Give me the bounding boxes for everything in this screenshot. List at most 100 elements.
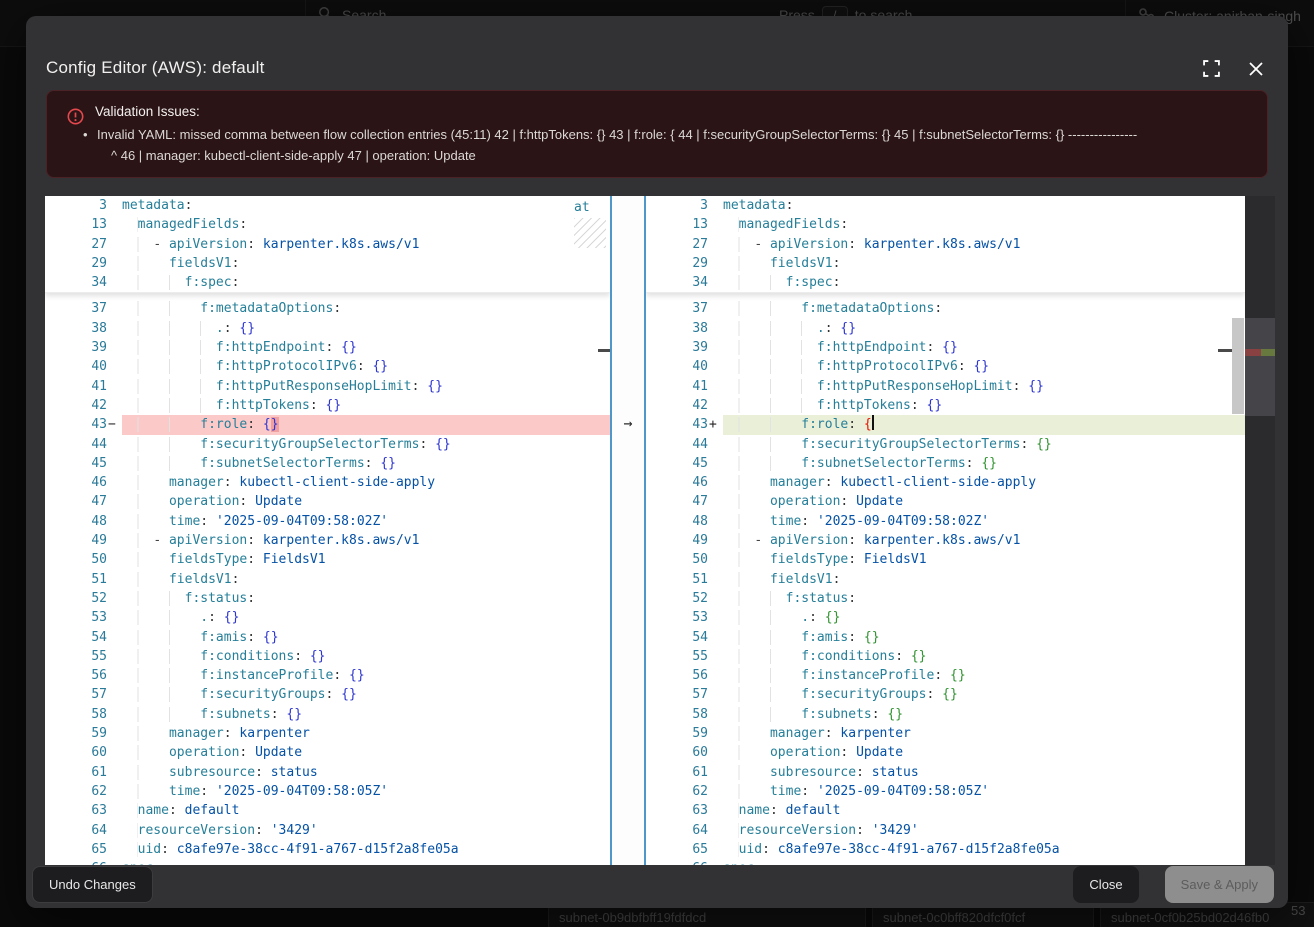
revert-arrow-icon[interactable]: → bbox=[612, 414, 644, 434]
code-line-3[interactable]: 3 metadata: bbox=[646, 196, 1245, 215]
code-line-55[interactable]: 55 f:conditions: {} bbox=[45, 647, 610, 666]
code-text[interactable]: uid: c8afe97e-38cc-4f91-a767-d15f2a8fe05… bbox=[723, 840, 1245, 859]
code-text[interactable]: metadata: bbox=[122, 196, 610, 215]
code-modified[interactable]: 37 f:metadataOptions:38 .: {}39 f:httpEn… bbox=[646, 299, 1245, 865]
line-number[interactable]: 29 bbox=[45, 254, 107, 273]
line-number[interactable]: 3 bbox=[646, 196, 708, 215]
line-number[interactable]: 51 bbox=[45, 570, 107, 589]
code-text[interactable]: f:role: { bbox=[723, 415, 1245, 434]
line-number[interactable]: 34 bbox=[646, 273, 708, 292]
line-number[interactable]: 65 bbox=[646, 840, 708, 859]
code-line-66[interactable]: 66spec: bbox=[45, 859, 610, 865]
close-button[interactable] bbox=[1246, 59, 1266, 79]
line-number[interactable]: 52 bbox=[646, 589, 708, 608]
line-number[interactable]: 62 bbox=[45, 782, 107, 801]
line-number[interactable]: 37 bbox=[45, 299, 107, 318]
code-text[interactable]: f:instanceProfile: {} bbox=[723, 666, 1245, 685]
code-text[interactable]: operation: Update bbox=[723, 492, 1245, 511]
code-text[interactable]: - apiVersion: karpenter.k8s.aws/v1 bbox=[723, 531, 1245, 550]
code-line-60[interactable]: 60 operation: Update bbox=[646, 743, 1245, 762]
line-number[interactable]: 61 bbox=[45, 763, 107, 782]
code-line-38[interactable]: 38 .: {} bbox=[646, 319, 1245, 338]
code-text[interactable]: time: '2025-09-04T09:58:05Z' bbox=[122, 782, 610, 801]
code-line-53[interactable]: 53 .: {} bbox=[45, 608, 610, 627]
line-number[interactable]: 40 bbox=[45, 357, 107, 376]
code-text[interactable]: fieldsV1: bbox=[723, 254, 1245, 273]
code-line-40[interactable]: 40 f:httpProtocolIPv6: {} bbox=[45, 357, 610, 376]
code-line-41[interactable]: 41 f:httpPutResponseHopLimit: {} bbox=[646, 377, 1245, 396]
code-line-50[interactable]: 50 fieldsType: FieldsV1 bbox=[646, 550, 1245, 569]
line-number[interactable]: 46 bbox=[646, 473, 708, 492]
code-text[interactable]: fieldsV1: bbox=[122, 570, 610, 589]
line-number[interactable]: 60 bbox=[646, 743, 708, 762]
code-text[interactable]: metadata: bbox=[723, 196, 1245, 215]
line-number[interactable]: 45 bbox=[646, 454, 708, 473]
code-line-52[interactable]: 52 f:status: bbox=[45, 589, 610, 608]
code-text[interactable]: f:httpPutResponseHopLimit: {} bbox=[122, 377, 610, 396]
line-number[interactable]: 42 bbox=[646, 396, 708, 415]
code-text[interactable]: managedFields: bbox=[723, 215, 1245, 234]
code-line-57[interactable]: 57 f:securityGroups: {} bbox=[646, 685, 1245, 704]
code-text[interactable]: .: {} bbox=[723, 319, 1245, 338]
code-line-43[interactable]: 43+ f:role: { bbox=[646, 415, 1245, 434]
code-text[interactable]: f:securityGroupSelectorTerms: {} bbox=[122, 435, 610, 454]
line-number[interactable]: 47 bbox=[646, 492, 708, 511]
line-number[interactable]: 27 bbox=[646, 235, 708, 254]
code-line-39[interactable]: 39 f:httpEndpoint: {} bbox=[646, 338, 1245, 357]
code-text[interactable]: f:httpEndpoint: {} bbox=[723, 338, 1245, 357]
overview-viewport[interactable] bbox=[1245, 318, 1275, 416]
code-text[interactable]: f:httpEndpoint: {} bbox=[122, 338, 610, 357]
line-number[interactable]: 44 bbox=[646, 435, 708, 454]
code-line-27[interactable]: 27 - apiVersion: karpenter.k8s.aws/v1 bbox=[646, 235, 1245, 254]
line-number[interactable]: 54 bbox=[45, 628, 107, 647]
code-text[interactable]: operation: Update bbox=[122, 743, 610, 762]
code-line-42[interactable]: 42 f:httpTokens: {} bbox=[646, 396, 1245, 415]
code-text[interactable]: f:spec: bbox=[723, 273, 1245, 292]
line-number[interactable]: 54 bbox=[646, 628, 708, 647]
code-text[interactable]: f:httpPutResponseHopLimit: {} bbox=[723, 377, 1245, 396]
code-text[interactable]: manager: karpenter bbox=[122, 724, 610, 743]
code-line-41[interactable]: 41 f:httpPutResponseHopLimit: {} bbox=[45, 377, 610, 396]
line-number[interactable]: 37 bbox=[646, 299, 708, 318]
code-text[interactable]: f:amis: {} bbox=[723, 628, 1245, 647]
line-number[interactable]: 41 bbox=[646, 377, 708, 396]
code-line-34[interactable]: 34 f:spec: bbox=[646, 273, 1245, 292]
code-line-37[interactable]: 37 f:metadataOptions: bbox=[45, 299, 610, 318]
code-text[interactable]: f:status: bbox=[723, 589, 1245, 608]
diff-modified-pane[interactable]: 3metadata:13 managedFields:27 - apiVersi… bbox=[646, 196, 1245, 865]
code-line-50[interactable]: 50 fieldsType: FieldsV1 bbox=[45, 550, 610, 569]
code-text[interactable]: - apiVersion: karpenter.k8s.aws/v1 bbox=[122, 235, 610, 254]
code-line-49[interactable]: 49 - apiVersion: karpenter.k8s.aws/v1 bbox=[646, 531, 1245, 550]
line-number[interactable]: 57 bbox=[45, 685, 107, 704]
code-text[interactable]: time: '2025-09-04T09:58:02Z' bbox=[723, 512, 1245, 531]
code-text[interactable]: fieldsType: FieldsV1 bbox=[723, 550, 1245, 569]
fullscreen-button[interactable] bbox=[1201, 58, 1222, 79]
code-line-61[interactable]: 61 subresource: status bbox=[45, 763, 610, 782]
code-text[interactable]: f:httpTokens: {} bbox=[723, 396, 1245, 415]
code-text[interactable]: f:spec: bbox=[122, 273, 610, 292]
line-number[interactable]: 66 bbox=[45, 859, 107, 865]
code-line-54[interactable]: 54 f:amis: {} bbox=[45, 628, 610, 647]
code-line-38[interactable]: 38 .: {} bbox=[45, 319, 610, 338]
line-number[interactable]: 39 bbox=[45, 338, 107, 357]
code-line-59[interactable]: 59 manager: karpenter bbox=[646, 724, 1245, 743]
code-line-58[interactable]: 58 f:subnets: {} bbox=[45, 705, 610, 724]
line-number[interactable]: 59 bbox=[646, 724, 708, 743]
line-number[interactable]: 39 bbox=[646, 338, 708, 357]
code-text[interactable]: f:status: bbox=[122, 589, 610, 608]
code-text[interactable]: f:amis: {} bbox=[122, 628, 610, 647]
line-number[interactable]: 47 bbox=[45, 492, 107, 511]
code-text[interactable]: f:metadataOptions: bbox=[122, 299, 610, 318]
code-line-42[interactable]: 42 f:httpTokens: {} bbox=[45, 396, 610, 415]
line-number[interactable]: 65 bbox=[45, 840, 107, 859]
line-number[interactable]: 56 bbox=[45, 666, 107, 685]
code-line-13[interactable]: 13 managedFields: bbox=[45, 215, 610, 234]
code-line-49[interactable]: 49 - apiVersion: karpenter.k8s.aws/v1 bbox=[45, 531, 610, 550]
line-number[interactable]: 60 bbox=[45, 743, 107, 762]
line-number[interactable]: 44 bbox=[45, 435, 107, 454]
line-number[interactable]: 34 bbox=[45, 273, 107, 292]
code-text[interactable]: operation: Update bbox=[723, 743, 1245, 762]
code-text[interactable]: f:subnetSelectorTerms: {} bbox=[723, 454, 1245, 473]
code-line-48[interactable]: 48 time: '2025-09-04T09:58:02Z' bbox=[45, 512, 610, 531]
line-number[interactable]: 53 bbox=[646, 608, 708, 627]
